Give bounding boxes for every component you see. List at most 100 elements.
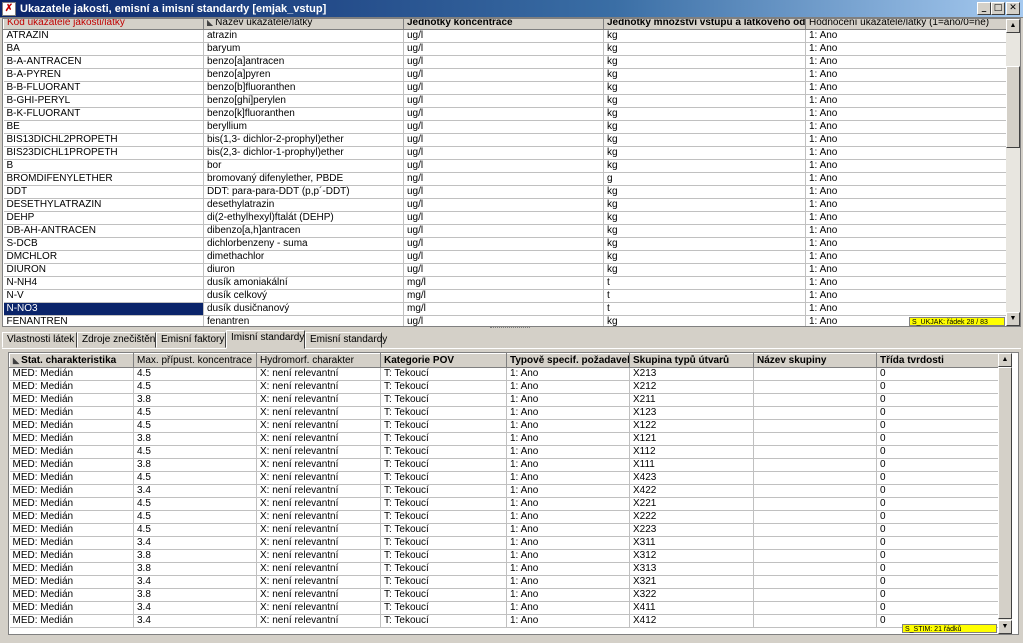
table-cell[interactable] bbox=[753, 523, 877, 537]
table-cell[interactable]: dimethachlor bbox=[203, 250, 404, 264]
table-row[interactable]: BROMDIFENYLETHER bromovaný difenylether, … bbox=[3, 172, 1008, 186]
table-cell[interactable]: 1: Ano bbox=[805, 42, 1008, 56]
table-cell[interactable] bbox=[753, 562, 877, 576]
table-cell[interactable]: MED: Medián bbox=[9, 614, 134, 628]
table-cell[interactable]: kg bbox=[603, 81, 806, 95]
table-cell[interactable]: kg bbox=[603, 237, 806, 251]
table-cell[interactable]: X121 bbox=[629, 432, 754, 446]
scroll-up-button[interactable]: ▲ bbox=[1006, 19, 1020, 33]
table-cell[interactable]: 0 bbox=[876, 497, 1000, 511]
table-cell[interactable]: 1: Ano bbox=[506, 380, 630, 394]
table-cell[interactable]: X222 bbox=[629, 510, 754, 524]
table-cell[interactable]: X: není relevantní bbox=[256, 536, 381, 550]
column-header[interactable]: Třída tvrdosti bbox=[876, 353, 1000, 368]
table-cell[interactable]: DESETHYLATRAZIN bbox=[3, 198, 204, 212]
table-cell[interactable]: mg/l bbox=[403, 302, 604, 316]
table-cell[interactable]: 0 bbox=[876, 536, 1000, 550]
table-cell[interactable]: 0 bbox=[876, 393, 1000, 407]
table-row[interactable]: B-GHI-PERYL benzo[ghi]perylen ug/l kg 1: Ano bbox=[3, 94, 1008, 108]
table-cell[interactable]: kg bbox=[603, 198, 806, 212]
table-cell[interactable]: T: Tekoucí bbox=[380, 549, 507, 563]
column-header[interactable]: Kategorie POV bbox=[380, 353, 507, 368]
table-cell[interactable] bbox=[753, 419, 877, 433]
table-cell[interactable]: ug/l bbox=[403, 250, 604, 264]
table-cell[interactable]: 3.4 bbox=[133, 601, 257, 615]
table-cell[interactable]: kg bbox=[603, 211, 806, 225]
table-cell[interactable]: 0 bbox=[876, 367, 1000, 381]
table-cell[interactable]: di(2-ethylhexyl)ftalát (DEHP) bbox=[203, 211, 404, 225]
table-cell[interactable]: T: Tekoucí bbox=[380, 484, 507, 498]
standards-grid-scrollbar[interactable]: ▲ ▼ bbox=[998, 353, 1012, 634]
table-cell[interactable]: ug/l bbox=[403, 224, 604, 238]
table-cell[interactable]: atrazin bbox=[203, 29, 404, 43]
table-cell[interactable]: 1: Ano bbox=[805, 224, 1008, 238]
table-cell[interactable]: bis(1,3- dichlor-2-prophyl)ether bbox=[203, 133, 404, 147]
table-row[interactable]: BIS13DICHL2PROPETH bis(1,3- dichlor-2-pro… bbox=[3, 133, 1008, 147]
table-row[interactable]: MED: Medián 3.8 X: není relevantní T: Tekou… bbox=[9, 432, 1000, 446]
table-cell[interactable]: FENANTREN bbox=[3, 315, 204, 326]
table-cell[interactable]: MED: Medián bbox=[9, 549, 134, 563]
table-cell[interactable]: T: Tekoucí bbox=[380, 432, 507, 446]
table-cell[interactable]: benzo[a]pyren bbox=[203, 68, 404, 82]
table-cell[interactable]: kg bbox=[603, 42, 806, 56]
table-cell[interactable]: B-K-FLUORANT bbox=[3, 107, 204, 121]
table-row[interactable]: DB-AH-ANTRACEN dibenzo[a,h]antracen ug/l kg… bbox=[3, 224, 1008, 238]
table-cell[interactable]: dichlorbenzeny - suma bbox=[203, 237, 404, 251]
table-cell[interactable]: 3.4 bbox=[133, 614, 257, 628]
table-cell[interactable]: MED: Medián bbox=[9, 471, 134, 485]
table-cell[interactable]: X423 bbox=[629, 471, 754, 485]
scroll-thumb[interactable] bbox=[1006, 66, 1020, 148]
table-cell[interactable]: 1: Ano bbox=[805, 250, 1008, 264]
table-cell[interactable]: X312 bbox=[629, 549, 754, 563]
table-cell[interactable]: 1: Ano bbox=[805, 29, 1008, 43]
table-row[interactable]: MED: Medián 4.5 X: není relevantní T: Tekou… bbox=[9, 445, 1000, 459]
table-row[interactable]: DDT DDT: para-para-DDT (p,p´-DDT) ug/l kg 1:… bbox=[3, 185, 1008, 199]
table-cell[interactable] bbox=[753, 601, 877, 615]
table-cell[interactable]: 1: Ano bbox=[805, 211, 1008, 225]
table-cell[interactable]: 0 bbox=[876, 432, 1000, 446]
table-cell[interactable]: X311 bbox=[629, 536, 754, 550]
table-row[interactable]: MED: Medián 3.8 X: není relevantní T: Tekou… bbox=[9, 549, 1000, 563]
table-cell[interactable]: 3.4 bbox=[133, 575, 257, 589]
close-button[interactable]: ✕ bbox=[1006, 2, 1020, 15]
table-cell[interactable]: DEHP bbox=[3, 211, 204, 225]
table-cell[interactable] bbox=[753, 575, 877, 589]
table-cell[interactable]: X422 bbox=[629, 484, 754, 498]
table-cell[interactable]: T: Tekoucí bbox=[380, 523, 507, 537]
table-cell[interactable]: B-A-PYREN bbox=[3, 68, 204, 82]
tab-1[interactable]: Vlastnosti látek bbox=[2, 332, 77, 348]
table-cell[interactable]: 1: Ano bbox=[805, 94, 1008, 108]
table-cell[interactable]: X321 bbox=[629, 575, 754, 589]
table-cell[interactable]: X: není relevantní bbox=[256, 419, 381, 433]
table-cell[interactable]: X: není relevantní bbox=[256, 601, 381, 615]
table-row[interactable]: MED: Medián 3.4 X: není relevantní T: Tekou… bbox=[9, 575, 1000, 589]
table-cell[interactable]: X: není relevantní bbox=[256, 562, 381, 576]
table-cell[interactable]: X: není relevantní bbox=[256, 445, 381, 459]
table-row[interactable]: ATRAZIN atrazin ug/l kg 1: Ano bbox=[3, 29, 1008, 43]
table-cell[interactable]: 1: Ano bbox=[805, 263, 1008, 277]
table-cell[interactable]: diuron bbox=[203, 263, 404, 277]
table-row[interactable]: DIURON diuron ug/l kg 1: Ano bbox=[3, 263, 1008, 277]
table-cell[interactable]: 0 bbox=[876, 575, 1000, 589]
table-cell[interactable]: 4.5 bbox=[133, 497, 257, 511]
table-cell[interactable]: 3.8 bbox=[133, 562, 257, 576]
table-cell[interactable]: beryllium bbox=[203, 120, 404, 134]
table-cell[interactable]: ug/l bbox=[403, 185, 604, 199]
table-row[interactable]: MED: Medián 3.4 X: není relevantní T: Tekou… bbox=[9, 536, 1000, 550]
table-cell[interactable]: 1: Ano bbox=[805, 120, 1008, 134]
table-cell[interactable]: MED: Medián bbox=[9, 588, 134, 602]
table-cell[interactable]: 1: Ano bbox=[805, 198, 1008, 212]
table-cell[interactable]: 1: Ano bbox=[506, 549, 630, 563]
table-row[interactable]: MED: Medián 4.5 X: není relevantní T: Tekou… bbox=[9, 367, 1000, 381]
app-icon[interactable]: ✗ bbox=[2, 2, 16, 16]
table-row[interactable]: N-NO3 dusík dusičnanový mg/l t 1: Ano bbox=[3, 302, 1008, 316]
table-cell[interactable]: MED: Medián bbox=[9, 419, 134, 433]
table-cell[interactable]: B-B-FLUORANT bbox=[3, 81, 204, 95]
table-row[interactable]: MED: Medián 3.4 X: není relevantní T: Tekou… bbox=[9, 484, 1000, 498]
table-cell[interactable] bbox=[753, 445, 877, 459]
table-cell[interactable]: T: Tekoucí bbox=[380, 471, 507, 485]
table-cell[interactable]: DDT: para-para-DDT (p,p´-DDT) bbox=[203, 185, 404, 199]
table-cell[interactable]: bis(2,3- dichlor-1-prophyl)ether bbox=[203, 146, 404, 160]
table-cell[interactable]: 0 bbox=[876, 588, 1000, 602]
table-cell[interactable]: kg bbox=[603, 68, 806, 82]
